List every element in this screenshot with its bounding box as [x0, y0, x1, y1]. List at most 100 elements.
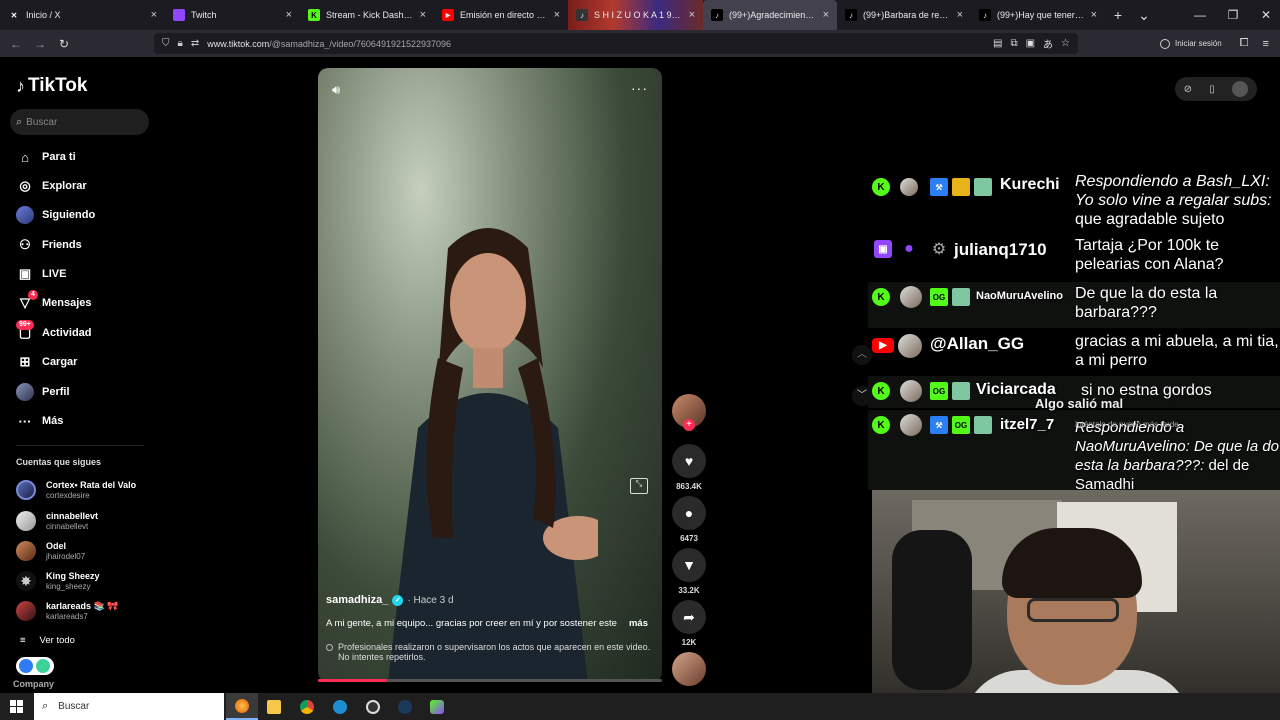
back-button[interactable]: ← — [4, 37, 28, 51]
bookmark-star-icon[interactable]: ☆ — [1061, 38, 1070, 49]
more-options-icon[interactable]: ··· — [631, 80, 648, 96]
compass-icon[interactable]: ⊘ — [1184, 84, 1192, 95]
nav-cargar[interactable]: ⊞ Cargar — [16, 351, 78, 373]
following-item[interactable]: ✸ King Sheezy king_sheezy — [16, 568, 100, 594]
url-bar[interactable]: ⛉ 🔒︎ ⇄ www.tiktok.com/@samadhiza_/video/… — [154, 33, 1078, 54]
steam-icon[interactable] — [389, 693, 421, 720]
live-icon: ▣ — [18, 266, 32, 281]
tab-tiktok-3[interactable]: ♪ (99+)Hay que tener valor × — [971, 0, 1105, 30]
nav-mensajes[interactable]: ▽ Mensajes 4 — [16, 290, 92, 314]
like-action[interactable]: ♥ 863.4K — [672, 444, 706, 491]
tab-music[interactable]: ♪ S H I Z U O K A 1 9 8 0 - × — [568, 0, 703, 30]
windows-start-icon[interactable] — [10, 700, 23, 713]
firefox-taskbar-icon[interactable] — [226, 693, 258, 720]
tiktok-logo[interactable]: ♪ TikTok — [16, 75, 87, 97]
search-input[interactable]: ⌕ Buscar — [10, 109, 149, 135]
tab-x[interactable]: ✕ Inicio / X × — [0, 0, 165, 30]
tab-tiktok-2[interactable]: ♪ (99+)Barbara de regil no ac × — [837, 0, 971, 30]
pip-icon[interactable]: ▣ — [1026, 38, 1035, 49]
avatar — [898, 334, 922, 358]
following-item[interactable]: Cortex• Rata del Valo cortexdesire — [16, 477, 136, 503]
close-icon[interactable]: × — [957, 9, 963, 21]
avatar — [16, 511, 36, 531]
reader-icon[interactable]: ▤ — [993, 38, 1002, 49]
close-window-button[interactable]: ✕ — [1246, 0, 1280, 30]
user-avatar[interactable] — [1232, 81, 1249, 97]
nav-explorar[interactable]: ◎ Explorar — [16, 175, 86, 197]
avatar — [16, 541, 36, 561]
save-action[interactable]: ▼ 33.2K — [672, 548, 706, 595]
taskbar-search-input[interactable]: ⌕ Buscar — [34, 693, 224, 720]
heart-icon[interactable]: ♥ — [672, 444, 706, 478]
nav-para-ti[interactable]: ⌂ Para ti — [16, 146, 76, 168]
comment-action[interactable]: ● 6473 — [672, 496, 706, 543]
following-section-title: Cuentas que sigues — [16, 457, 102, 467]
video-player[interactable]: 🔊︎ ··· ⤡ samadhiza_ ✓ · Hace 3 d A mi ge… — [318, 68, 662, 682]
close-icon[interactable]: × — [1091, 9, 1097, 21]
close-icon[interactable]: × — [689, 9, 695, 21]
following-item[interactable]: Odel jhairodel07 — [16, 538, 85, 564]
avatar — [16, 480, 36, 500]
tab-youtube[interactable]: ▶ Emisión en directo - YouTube × — [434, 0, 568, 30]
phone-icon[interactable]: ▯ — [1209, 84, 1215, 95]
url-actions: ▤ ⧉ ▣ あ ☆ — [993, 33, 1070, 54]
close-icon[interactable]: × — [151, 9, 157, 21]
kick-icon: K — [872, 382, 890, 400]
person-glasses — [1027, 598, 1119, 622]
extensions-icon[interactable]: ⧠ — [1240, 37, 1249, 50]
signin-button[interactable]: Iniciar sesión ⧠ ≡ — [1160, 30, 1269, 57]
following-icon — [16, 206, 34, 224]
nav-perfil[interactable]: Perfil — [16, 381, 70, 403]
forward-button[interactable]: → — [28, 37, 52, 51]
close-icon[interactable]: × — [420, 9, 426, 21]
see-all-link[interactable]: ≡ Ver todo — [20, 635, 75, 646]
twitch-icon: ▣ — [874, 240, 892, 258]
share-icon[interactable]: ➦ — [672, 600, 706, 634]
nav-friends[interactable]: ⚇ Friends — [16, 234, 82, 256]
chevron-down-icon[interactable]: ﹀ — [852, 386, 872, 406]
reload-button[interactable]: ↻ — [52, 37, 76, 51]
streaming-app-icon[interactable] — [421, 693, 453, 720]
follow-plus-icon[interactable]: + — [683, 419, 695, 431]
tab-kick[interactable]: K Stream - Kick Dashboard × — [300, 0, 434, 30]
close-icon[interactable]: × — [554, 9, 560, 21]
screenshot-icon[interactable]: ⧉ — [1010, 38, 1017, 49]
new-tab-button[interactable]: + — [1105, 7, 1131, 23]
profile-icon — [16, 383, 34, 401]
more-caption-button[interactable]: más — [629, 618, 648, 629]
app-switch-pill[interactable] — [16, 657, 54, 675]
account-icon — [1160, 38, 1170, 49]
volume-icon[interactable]: 🔊︎ — [332, 82, 340, 98]
obs-icon[interactable] — [357, 693, 389, 720]
info-icon — [326, 644, 333, 651]
creator-avatar-button[interactable]: + — [672, 394, 706, 431]
floating-player-icon[interactable]: ⤡ — [630, 478, 648, 494]
nav-mas[interactable]: ··· Más — [16, 410, 64, 432]
close-icon[interactable]: × — [286, 9, 292, 21]
close-icon[interactable]: × — [823, 9, 829, 21]
og-badge-icon: OG — [952, 416, 970, 434]
bookmark-icon[interactable]: ▼ — [672, 548, 706, 582]
company-link[interactable]: Company — [13, 679, 54, 689]
chrome-icon[interactable] — [291, 693, 323, 720]
share-action[interactable]: ➦ 12K — [672, 600, 706, 647]
app-c-icon[interactable] — [324, 693, 356, 720]
upload-icon: ⊞ — [19, 354, 31, 369]
file-explorer-icon[interactable] — [258, 693, 290, 720]
nav-actividad[interactable]: ▢ Actividad 99+ — [16, 320, 92, 344]
chevron-up-icon[interactable]: ︿ — [852, 345, 872, 365]
following-item[interactable]: karlareads 📚 🎀 karlareads7 — [16, 598, 118, 624]
nav-live[interactable]: ▣ LIVE — [16, 263, 67, 285]
sound-avatar[interactable] — [672, 652, 706, 686]
comment-icon[interactable]: ● — [672, 496, 706, 530]
tab-list-button[interactable]: ⌄ — [1131, 7, 1157, 24]
video-author[interactable]: samadhiza_ ✓ · Hace 3 d — [326, 594, 454, 606]
nav-siguiendo[interactable]: Siguiendo — [16, 204, 95, 226]
video-progress-bar[interactable] — [318, 679, 662, 682]
video-progress-fill — [318, 679, 387, 682]
tab-twitch[interactable]: Twitch × — [165, 0, 300, 30]
following-item[interactable]: cinnabellevt cinnabellevt — [16, 508, 98, 534]
menu-icon[interactable]: ≡ — [1263, 38, 1269, 50]
translate-icon[interactable]: あ — [1043, 36, 1053, 51]
tab-tiktok-active[interactable]: ♪ (99+)Agradecimiento a mi × — [703, 0, 837, 30]
